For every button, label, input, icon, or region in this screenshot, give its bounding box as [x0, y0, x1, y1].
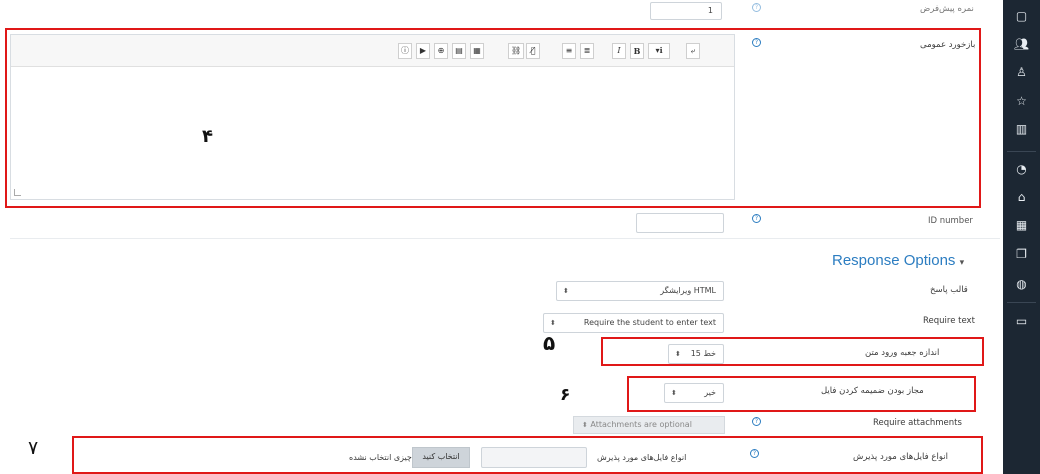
folder-icon[interactable]: ▢: [1003, 5, 1040, 27]
sidebar-divider: [1007, 302, 1036, 303]
require-attachments-value: Attachments are optional: [590, 420, 692, 429]
file-types-input[interactable]: [481, 447, 587, 468]
help-icon[interactable]: ?: [750, 449, 759, 458]
allow-attachments-value: خیر: [704, 388, 716, 397]
select-caret-icon: ⬍: [671, 389, 677, 397]
require-text-select[interactable]: ⬍ Require the student to enter text: [543, 313, 724, 333]
user-group-icon[interactable]: ♙: [1003, 61, 1040, 83]
calendar-icon[interactable]: ▦: [1003, 214, 1040, 236]
response-options-title-text: Response Options: [832, 252, 956, 269]
require-attachments-label: Require attachments: [873, 418, 962, 428]
default-mark-label: نمره پیش‌فرض: [920, 4, 974, 14]
default-mark-input[interactable]: 1: [650, 2, 722, 20]
annotation-box-4: [5, 28, 981, 208]
navigation-sidebar: ▢ 👥︎ ♙ ☆ ▥ ◔ ⌂ ▦ ❐ ◍ ▭: [1003, 0, 1040, 474]
choose-file-types-button[interactable]: انتخاب کنید: [412, 447, 470, 468]
require-text-value: Require the student to enter text: [583, 318, 716, 327]
select-caret-icon: ⬍: [582, 421, 588, 429]
require-text-label: Require text: [923, 316, 975, 326]
select-caret-icon: ⬍: [550, 319, 556, 327]
annotation-number-6: ۶: [560, 385, 571, 405]
no-selection-text: چیزی انتخاب نشده: [349, 453, 412, 462]
allow-attachments-select[interactable]: ⬍ خیر: [664, 383, 724, 403]
help-icon[interactable]: ?: [752, 214, 761, 223]
input-box-size-value: 15 خط: [690, 349, 716, 358]
divider: [10, 238, 1000, 239]
globe-icon[interactable]: ◍: [1003, 273, 1040, 295]
files-icon[interactable]: ❐: [1003, 243, 1040, 265]
allow-attachments-label: مجاز بودن ضمیمه کردن فایل: [821, 386, 924, 396]
default-mark-value: 1: [707, 6, 713, 15]
chevron-down-icon: ▾: [959, 257, 965, 267]
help-icon[interactable]: ?: [752, 417, 761, 426]
response-format-value: ویرایشگر HTML: [660, 286, 716, 295]
sidebar-divider: [1007, 151, 1036, 152]
accepted-file-types-label: انواع فایل‌های مورد پذیرش: [853, 452, 948, 462]
home-icon[interactable]: ⌂: [1003, 186, 1040, 208]
annotation-number-7: ۷: [28, 437, 39, 459]
star-icon[interactable]: ☆: [1003, 90, 1040, 112]
folder-icon[interactable]: ▭: [1003, 310, 1040, 332]
response-options-title[interactable]: Response Options ▾: [832, 252, 964, 269]
id-number-input[interactable]: [636, 213, 724, 233]
input-box-size-label: اندازه جعبه ورود متن: [865, 348, 940, 358]
dashboard-icon[interactable]: ◔: [1003, 158, 1040, 180]
users-icon[interactable]: 👥︎: [1003, 33, 1040, 55]
select-caret-icon: ⬍: [675, 350, 681, 358]
page: 1 نمره پیش‌فرض ? بازخورد عمومی ? ⓘ ▶ ⊕ ▤…: [0, 0, 1040, 474]
help-icon[interactable]: ?: [752, 3, 761, 12]
file-types-inner-label: انواع فایل‌های مورد پذیرش: [597, 453, 687, 462]
book-icon[interactable]: ▥: [1003, 118, 1040, 140]
input-box-size-select[interactable]: ⬍ 15 خط: [668, 344, 724, 364]
require-attachments-select: ⬍ Attachments are optional: [573, 416, 725, 434]
annotation-number-5: ۵: [543, 331, 556, 355]
select-caret-icon: ⬍: [563, 287, 569, 295]
response-format-label: قالب پاسخ: [930, 285, 968, 295]
id-number-label: ID number: [928, 216, 973, 226]
response-format-select[interactable]: ⬍ ویرایشگر HTML: [556, 281, 724, 301]
